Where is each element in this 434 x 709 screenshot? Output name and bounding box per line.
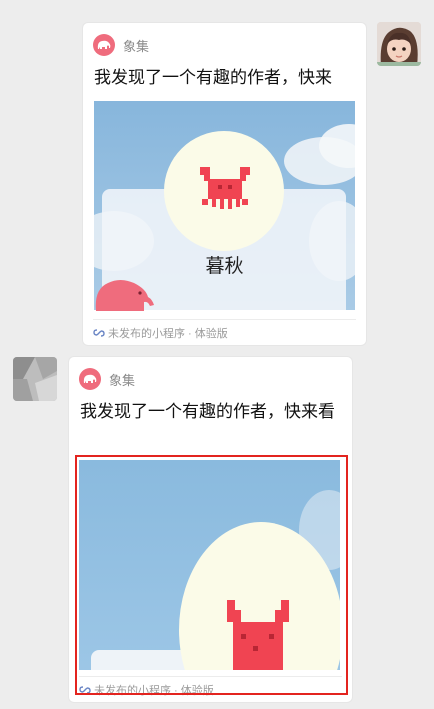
- avatar[interactable]: [377, 22, 421, 66]
- highlight-box: [75, 455, 348, 695]
- avatar-girl-icon: [377, 22, 421, 66]
- card-title: 我发现了一个有趣的作者，快来: [94, 68, 332, 87]
- app-header: 象集: [79, 367, 135, 391]
- author-name: 暮秋: [205, 256, 244, 277]
- app-header: 象集: [93, 33, 149, 57]
- avatar-tile-icon: [13, 357, 57, 401]
- link-icon: [93, 329, 105, 337]
- card-title: 我发现了一个有趣的作者，快来看: [80, 402, 335, 421]
- app-name: 象集: [123, 38, 150, 54]
- avatar[interactable]: [13, 357, 57, 401]
- footer-label: 未发布的小程序 · 体验版: [108, 328, 228, 340]
- mini-program-card[interactable]: 象集 我发现了一个有趣的作者，快来 暮秋 未发布的小程序 · 体验版: [83, 23, 366, 345]
- elephant-mascot-icon: [95, 280, 154, 311]
- crab-icon: [200, 167, 250, 209]
- mini-program-footer: 未发布的小程序 · 体验版: [93, 319, 356, 345]
- elephant-logo-icon: [93, 34, 115, 56]
- app-name: 象集: [109, 372, 136, 388]
- elephant-logo-icon: [79, 368, 101, 390]
